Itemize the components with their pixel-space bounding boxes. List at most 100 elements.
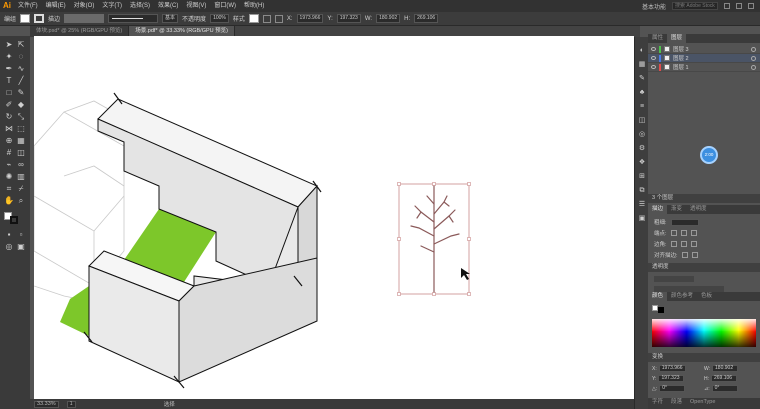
layer-row[interactable]: 图层 3 (648, 45, 760, 54)
gradient-panel-icon[interactable]: ◫ (638, 117, 646, 125)
type-tool-icon[interactable]: T (4, 76, 14, 86)
layer-target-icon[interactable] (751, 46, 756, 52)
eraser-tool-icon[interactable]: ◆ (16, 100, 26, 110)
menu-effect[interactable]: 效果(C) (154, 0, 182, 12)
mesh-tool-icon[interactable]: # (4, 148, 14, 158)
gradient-tool-icon[interactable]: ◫ (16, 148, 26, 158)
artwork[interactable] (34, 36, 634, 399)
fill-swatch[interactable] (20, 14, 31, 23)
symbol-sprayer-icon[interactable]: ✺ (4, 172, 14, 182)
h-field[interactable]: 269.106 (711, 375, 737, 382)
opacity-field[interactable]: 100% (210, 14, 229, 23)
shaper-tool-icon[interactable]: ✐ (4, 100, 14, 110)
pathfinder-icon[interactable]: ⧉ (638, 187, 646, 195)
shear-field[interactable]: 0° (711, 385, 738, 392)
curvature-tool-icon[interactable]: ∿ (16, 64, 26, 74)
tab-gradient[interactable]: 渐变 (667, 205, 686, 214)
visibility-eye-icon[interactable] (651, 47, 656, 51)
align-center-icon[interactable] (681, 252, 688, 258)
gradient-mode-icon[interactable]: ▫ (16, 230, 26, 240)
paintbrush-tool-icon[interactable]: ✎ (16, 88, 26, 98)
artboard-tool-icon[interactable]: ⌗ (4, 184, 14, 194)
zoom-level[interactable]: 33.33% (34, 400, 59, 408)
butt-cap-icon[interactable] (670, 230, 677, 236)
tab-opentype[interactable]: OpenType (686, 398, 719, 409)
tab-transparency[interactable]: 透明度 (686, 205, 711, 214)
tab-layers[interactable]: 图层 (667, 34, 687, 43)
selection-tool-icon[interactable]: ➤ (4, 40, 14, 50)
transparency-panel-icon[interactable]: ◎ (638, 131, 646, 139)
angle-field[interactable]: 0° (659, 385, 686, 392)
stroke-color-icon[interactable] (10, 216, 18, 224)
stroke-profile-dropdown[interactable] (108, 14, 159, 23)
free-transform-icon[interactable]: ⬚ (16, 124, 26, 134)
blend-tool-icon[interactable]: ∞ (16, 160, 26, 170)
hand-tool-icon[interactable]: ✋ (4, 196, 14, 206)
w-field[interactable]: 180.902 (376, 14, 401, 23)
y-field[interactable]: 197.323 (658, 375, 685, 382)
appearance-panel-icon[interactable]: ⚙ (638, 145, 646, 153)
tab-stroke[interactable]: 描边 (648, 205, 668, 214)
transform-header[interactable]: 变换 (648, 353, 760, 362)
symbols-panel-icon[interactable]: ♣ (638, 89, 646, 97)
stock-search-input[interactable]: 搜索 Adobe Stock (672, 2, 718, 10)
rotate-tool-icon[interactable]: ↻ (4, 112, 14, 122)
h-field[interactable]: 269.106 (414, 14, 439, 23)
draw-mode-icon[interactable]: ◎ (4, 242, 14, 252)
layer-target-icon[interactable] (751, 64, 756, 70)
round-join-icon[interactable] (680, 241, 687, 247)
menu-view[interactable]: 视图(V) (182, 0, 210, 12)
tab-swatches[interactable]: 色板 (697, 292, 716, 301)
tab-character[interactable]: 字符 (648, 398, 667, 409)
layer-name[interactable]: 图层 3 (673, 45, 689, 53)
width-tool-icon[interactable]: ⋈ (4, 124, 14, 134)
rectangle-tool-icon[interactable]: □ (4, 88, 14, 98)
minimize-icon[interactable] (724, 3, 730, 9)
layer-name[interactable]: 图层 1 (673, 63, 689, 71)
weight-dropdown[interactable] (670, 218, 699, 226)
tab-color[interactable]: 颜色 (648, 292, 668, 301)
workspace-switcher[interactable]: 基本功能 (642, 2, 666, 11)
miter-join-icon[interactable] (670, 241, 677, 247)
align-inside-icon[interactable] (691, 252, 698, 258)
menu-window[interactable]: 窗口(W) (210, 0, 240, 12)
stroke-panel-icon[interactable]: ≡ (638, 103, 646, 111)
tab-properties[interactable]: 属性 (648, 34, 667, 43)
stroke-weight-field[interactable] (64, 14, 105, 23)
visibility-eye-icon[interactable] (651, 65, 656, 69)
layers-panel-icon[interactable]: ☰ (638, 201, 646, 209)
color-panel-icon[interactable]: ◐ (638, 47, 646, 55)
magic-wand-icon[interactable]: ✦ (4, 52, 14, 62)
artboard-number[interactable]: 1 (66, 400, 76, 408)
graphic-styles-icon[interactable]: ❖ (638, 159, 646, 167)
maximize-icon[interactable] (736, 3, 742, 9)
stroke-swatch[interactable] (34, 14, 45, 23)
visibility-eye-icon[interactable] (651, 56, 656, 60)
menu-object[interactable]: 对象(O) (70, 0, 99, 12)
layer-row[interactable]: 图层 2 (648, 54, 760, 63)
layer-row[interactable]: 图层 1 (648, 63, 760, 72)
menu-help[interactable]: 帮助(H) (240, 0, 268, 12)
layer-name[interactable]: 图层 2 (673, 54, 689, 62)
close-icon[interactable] (748, 3, 754, 9)
menu-type[interactable]: 文字(T) (98, 0, 126, 12)
brushes-panel-icon[interactable]: ✎ (638, 75, 646, 83)
lasso-icon[interactable]: ◌ (16, 52, 26, 62)
transparency-header[interactable]: 透明度 (648, 263, 760, 272)
bevel-join-icon[interactable] (690, 241, 697, 247)
slice-tool-icon[interactable]: ⌿ (16, 184, 26, 194)
eyedropper-icon[interactable]: ⌁ (4, 160, 14, 170)
w-field[interactable]: 180.902 (712, 365, 739, 372)
tab-paragraph[interactable]: 段落 (667, 398, 686, 409)
round-cap-icon[interactable] (680, 230, 687, 236)
pen-tool-icon[interactable]: ✒ (4, 64, 14, 74)
tab-color-guide[interactable]: 颜色参考 (667, 292, 697, 301)
zoom-tool-icon[interactable]: ⌕ (16, 196, 26, 206)
color-mode-icon[interactable]: ▪ (4, 230, 14, 240)
recolor-icon[interactable] (262, 14, 271, 23)
color-spectrum[interactable] (652, 319, 756, 347)
x-field[interactable]: 1973.966 (658, 365, 686, 372)
shape-builder-icon[interactable]: ⊕ (4, 136, 14, 146)
line-tool-icon[interactable]: ╱ (16, 76, 26, 86)
square-cap-icon[interactable] (690, 230, 697, 236)
